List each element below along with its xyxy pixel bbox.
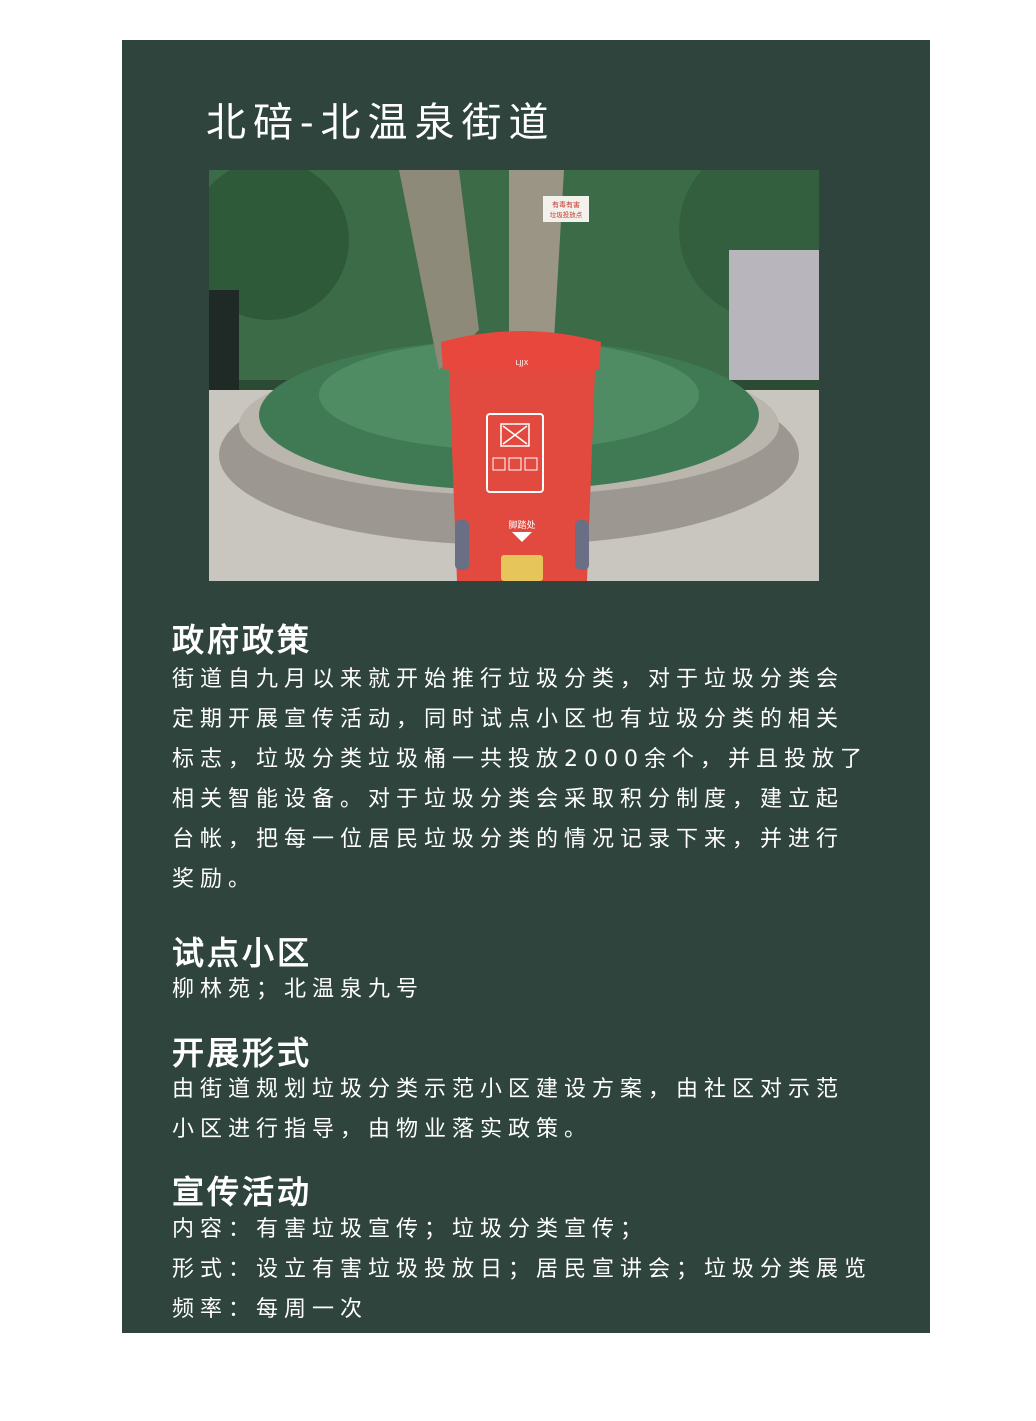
- promo-text: 内容：有害垃圾宣传；垃圾分类宣传； 形式：设立有害垃圾投放日；居民宣讲会；垃圾分…: [172, 1210, 872, 1330]
- policy-line: 街道自九月以来就开始推行垃圾分类，对于垃圾分类会: [172, 667, 845, 692]
- pilot-line: 柳林苑；北温泉九号: [172, 977, 425, 1002]
- dark-doorway: [209, 290, 239, 400]
- background-building: [729, 250, 819, 380]
- bin-brand: LJJX: [516, 359, 529, 367]
- pilot-heading: 试点小区: [172, 934, 313, 972]
- street-photo: 有毒有害 垃圾投放点 LJJX 脚踏处: [209, 170, 819, 581]
- policy-heading: 政府政策: [172, 621, 313, 659]
- trash-bin: [449, 370, 595, 581]
- promo-line: 内容：有害垃圾宣传；垃圾分类宣传；: [172, 1217, 649, 1242]
- promo-line: 形式：设立有害垃圾投放日；居民宣讲会；垃圾分类展览: [172, 1257, 873, 1282]
- promo-heading: 宣传活动: [172, 1173, 313, 1211]
- policy-line: 台帐，把每一位居民垃圾分类的情况记录下来，并进行: [172, 827, 845, 852]
- content-panel: 北碚-北温泉街道 有毒有害 垃圾投放点 LJJX 脚踏处 政府政策 街道自九月以…: [122, 40, 930, 1333]
- bin-pedal-text: 脚踏处: [508, 519, 535, 531]
- photo-illustration: 有毒有害 垃圾投放点 LJJX 脚踏处: [209, 170, 819, 581]
- page-title: 北碚-北温泉街道: [206, 100, 556, 146]
- bin-wheel-right: [575, 520, 589, 570]
- form-heading: 开展形式: [172, 1034, 313, 1072]
- policy-line: 定期开展宣传活动，同时试点小区也有垃圾分类的相关: [172, 707, 845, 732]
- pilot-text: 柳林苑；北温泉九号: [172, 970, 424, 1010]
- policy-line: 相关智能设备。对于垃圾分类会采取积分制度，建立起: [172, 787, 845, 812]
- form-text: 由街道规划垃圾分类示范小区建设方案，由社区对示范 小区进行指导，由物业落实政策。: [172, 1070, 844, 1150]
- form-line: 由街道规划垃圾分类示范小区建设方案，由社区对示范: [172, 1077, 845, 1102]
- bin-wheel-left: [455, 520, 469, 570]
- promo-line: 频率：每周一次: [172, 1297, 369, 1322]
- policy-line: 奖励。: [172, 867, 257, 892]
- hazard-sign-line2: 垃圾投放点: [550, 210, 583, 219]
- hazard-sign-line1: 有毒有害: [552, 200, 580, 209]
- bin-pedal: [501, 555, 543, 581]
- policy-line: 标志，垃圾分类垃圾桶一共投放2000余个，并且投放了: [172, 747, 868, 772]
- policy-text: 街道自九月以来就开始推行垃圾分类，对于垃圾分类会 定期开展宣传活动，同时试点小区…: [172, 660, 868, 900]
- form-line: 小区进行指导，由物业落实政策。: [172, 1117, 593, 1142]
